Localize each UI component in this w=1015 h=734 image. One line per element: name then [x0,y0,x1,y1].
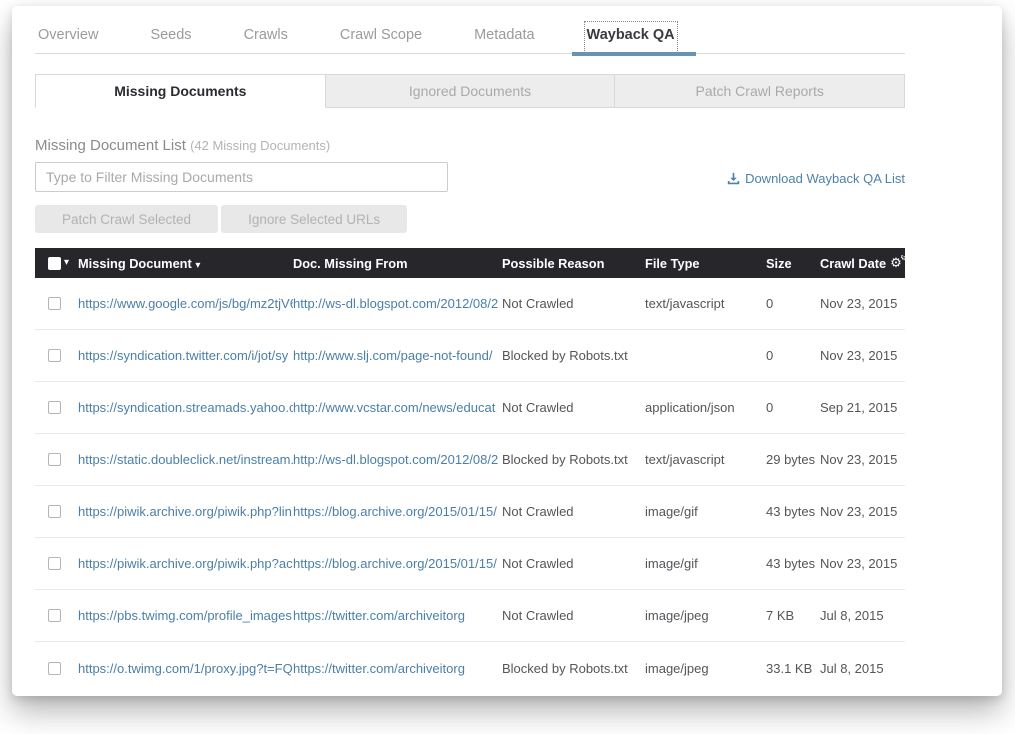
missing-document-link[interactable]: https://www.google.com/js/bg/mz2tjV6 [78,296,293,311]
size: 7 KB [766,608,820,623]
file-type: application/json [645,400,766,415]
file-type: image/gif [645,556,766,571]
table-row: https://pbs.twimg.com/profile_images. ht… [35,590,905,642]
row-checkbox[interactable] [48,453,61,466]
size: 0 [766,296,820,311]
doc-missing-from-link[interactable]: http://ws-dl.blogspot.com/2012/08/2 [293,296,498,311]
possible-reason: Blocked by Robots.txt [502,661,645,676]
tab-metadata[interactable]: Metadata [471,21,537,53]
crawl-date: Nov 23, 2015 [820,348,905,363]
row-checkbox[interactable] [48,297,61,310]
row-checkbox[interactable] [48,401,61,414]
crawl-date: Nov 23, 2015 [820,296,905,311]
size: 43 bytes [766,556,820,571]
header-doc-missing-from[interactable]: Doc. Missing From [293,256,502,271]
tab-crawls[interactable]: Crawls [241,21,291,53]
gear-icon: ⚙ [900,255,905,262]
secondary-tab-bar: Missing Documents Ignored Documents Patc… [35,74,905,108]
crawl-date: Jul 8, 2015 [820,608,905,623]
header-missing-document[interactable]: Missing Document ▾ [78,256,293,271]
file-type: text/javascript [645,452,766,467]
crawl-date: Nov 23, 2015 [820,556,905,571]
table-row: https://syndication.streamads.yahoo.c ht… [35,382,905,434]
page-card: Overview Seeds Crawls Crawl Scope Metada… [12,6,1002,696]
missing-document-link[interactable]: https://pbs.twimg.com/profile_images. [78,608,293,623]
row-checkbox[interactable] [48,662,61,675]
table-row: https://syndication.twitter.com/i/jot/sy… [35,330,905,382]
doc-missing-from-link[interactable]: https://twitter.com/archiveitorg [293,661,465,676]
crawl-date: Jul 8, 2015 [820,661,905,676]
download-icon [727,172,740,185]
row-checkbox[interactable] [48,349,61,362]
file-type: image/jpeg [645,608,766,623]
size: 33.1 KB [766,661,820,676]
possible-reason: Not Crawled [502,556,645,571]
doc-missing-from-link[interactable]: http://ws-dl.blogspot.com/2012/08/2 [293,452,498,467]
missing-document-link[interactable]: https://o.twimg.com/1/proxy.jpg?t=FQ [78,661,293,676]
missing-documents-table: ▾ Missing Document ▾ Doc. Missing From P… [35,248,905,694]
missing-document-link[interactable]: https://piwik.archive.org/piwik.php?lin [78,504,292,519]
crawl-date: Nov 23, 2015 [820,452,905,467]
possible-reason: Not Crawled [502,296,645,311]
sort-caret-icon: ▾ [195,260,200,271]
table-row: https://www.google.com/js/bg/mz2tjV6 htt… [35,278,905,330]
missing-document-link[interactable]: https://static.doubleclick.net/instream. [78,452,293,467]
doc-missing-from-link[interactable]: http://www.vcstar.com/news/educat [293,400,495,415]
missing-document-link[interactable]: https://syndication.twitter.com/i/jot/sy [78,348,288,363]
header-missing-document-label: Missing Document [78,256,192,271]
size: 43 bytes [766,504,820,519]
missing-document-link[interactable]: https://piwik.archive.org/piwik.php?act [78,556,293,571]
possible-reason: Not Crawled [502,400,645,415]
select-all-caret-icon[interactable]: ▾ [64,258,69,268]
tab-overview[interactable]: Overview [35,21,101,53]
row-checkbox[interactable] [48,557,61,570]
list-title-row: Missing Document List (42 Missing Docume… [35,137,905,154]
primary-tab-bar: Overview Seeds Crawls Crawl Scope Metada… [35,6,905,54]
patch-crawl-selected-button[interactable]: Patch Crawl Selected [35,205,218,233]
select-all-checkbox[interactable] [48,257,61,270]
doc-missing-from-link[interactable]: http://www.slj.com/page-not-found/ [293,348,492,363]
doc-missing-from-link[interactable]: https://blog.archive.org/2015/01/15/ [293,504,497,519]
bulk-actions: Patch Crawl Selected Ignore Selected URL… [35,205,905,233]
header-size[interactable]: Size [766,256,820,271]
doc-missing-from-link[interactable]: https://twitter.com/archiveitorg [293,608,465,623]
possible-reason: Not Crawled [502,608,645,623]
download-wayback-qa-link[interactable]: Download Wayback QA List [727,171,905,186]
crawl-date: Nov 23, 2015 [820,504,905,519]
file-type: text/javascript [645,296,766,311]
filter-input[interactable] [35,162,448,192]
file-type: image/jpeg [645,661,766,676]
tab-ignored-documents[interactable]: Ignored Documents [326,74,616,108]
size: 29 bytes [766,452,820,467]
table-row: https://o.twimg.com/1/proxy.jpg?t=FQ htt… [35,642,905,694]
list-title: Missing Document List [35,137,186,154]
tab-crawl-scope[interactable]: Crawl Scope [337,21,425,53]
table-row: https://static.doubleclick.net/instream.… [35,434,905,486]
column-settings-gears-icon[interactable]: ⚙ ⚙ [890,255,905,271]
possible-reason: Blocked by Robots.txt [502,348,645,363]
table-row: https://piwik.archive.org/piwik.php?act … [35,538,905,590]
download-link-label: Download Wayback QA List [745,171,905,186]
header-crawl-date[interactable]: Crawl Date [820,256,886,271]
tab-seeds[interactable]: Seeds [147,21,194,53]
file-type: image/gif [645,504,766,519]
tab-wayback-qa[interactable]: Wayback QA [584,21,678,53]
size: 0 [766,400,820,415]
possible-reason: Not Crawled [502,504,645,519]
crawl-date: Sep 21, 2015 [820,400,905,415]
ignore-selected-urls-button[interactable]: Ignore Selected URLs [221,205,407,233]
possible-reason: Blocked by Robots.txt [502,452,645,467]
list-count: (42 Missing Documents) [190,138,330,153]
doc-missing-from-link[interactable]: https://blog.archive.org/2015/01/15/ [293,556,497,571]
table-header-row: ▾ Missing Document ▾ Doc. Missing From P… [35,248,905,278]
missing-document-link[interactable]: https://syndication.streamads.yahoo.c [78,400,293,415]
size: 0 [766,348,820,363]
tab-missing-documents[interactable]: Missing Documents [35,74,326,108]
header-file-type[interactable]: File Type [645,256,766,271]
tab-patch-crawl-reports[interactable]: Patch Crawl Reports [615,74,905,108]
row-checkbox[interactable] [48,505,61,518]
header-possible-reason[interactable]: Possible Reason [502,256,645,271]
table-row: https://piwik.archive.org/piwik.php?lin … [35,486,905,538]
row-checkbox[interactable] [48,609,61,622]
